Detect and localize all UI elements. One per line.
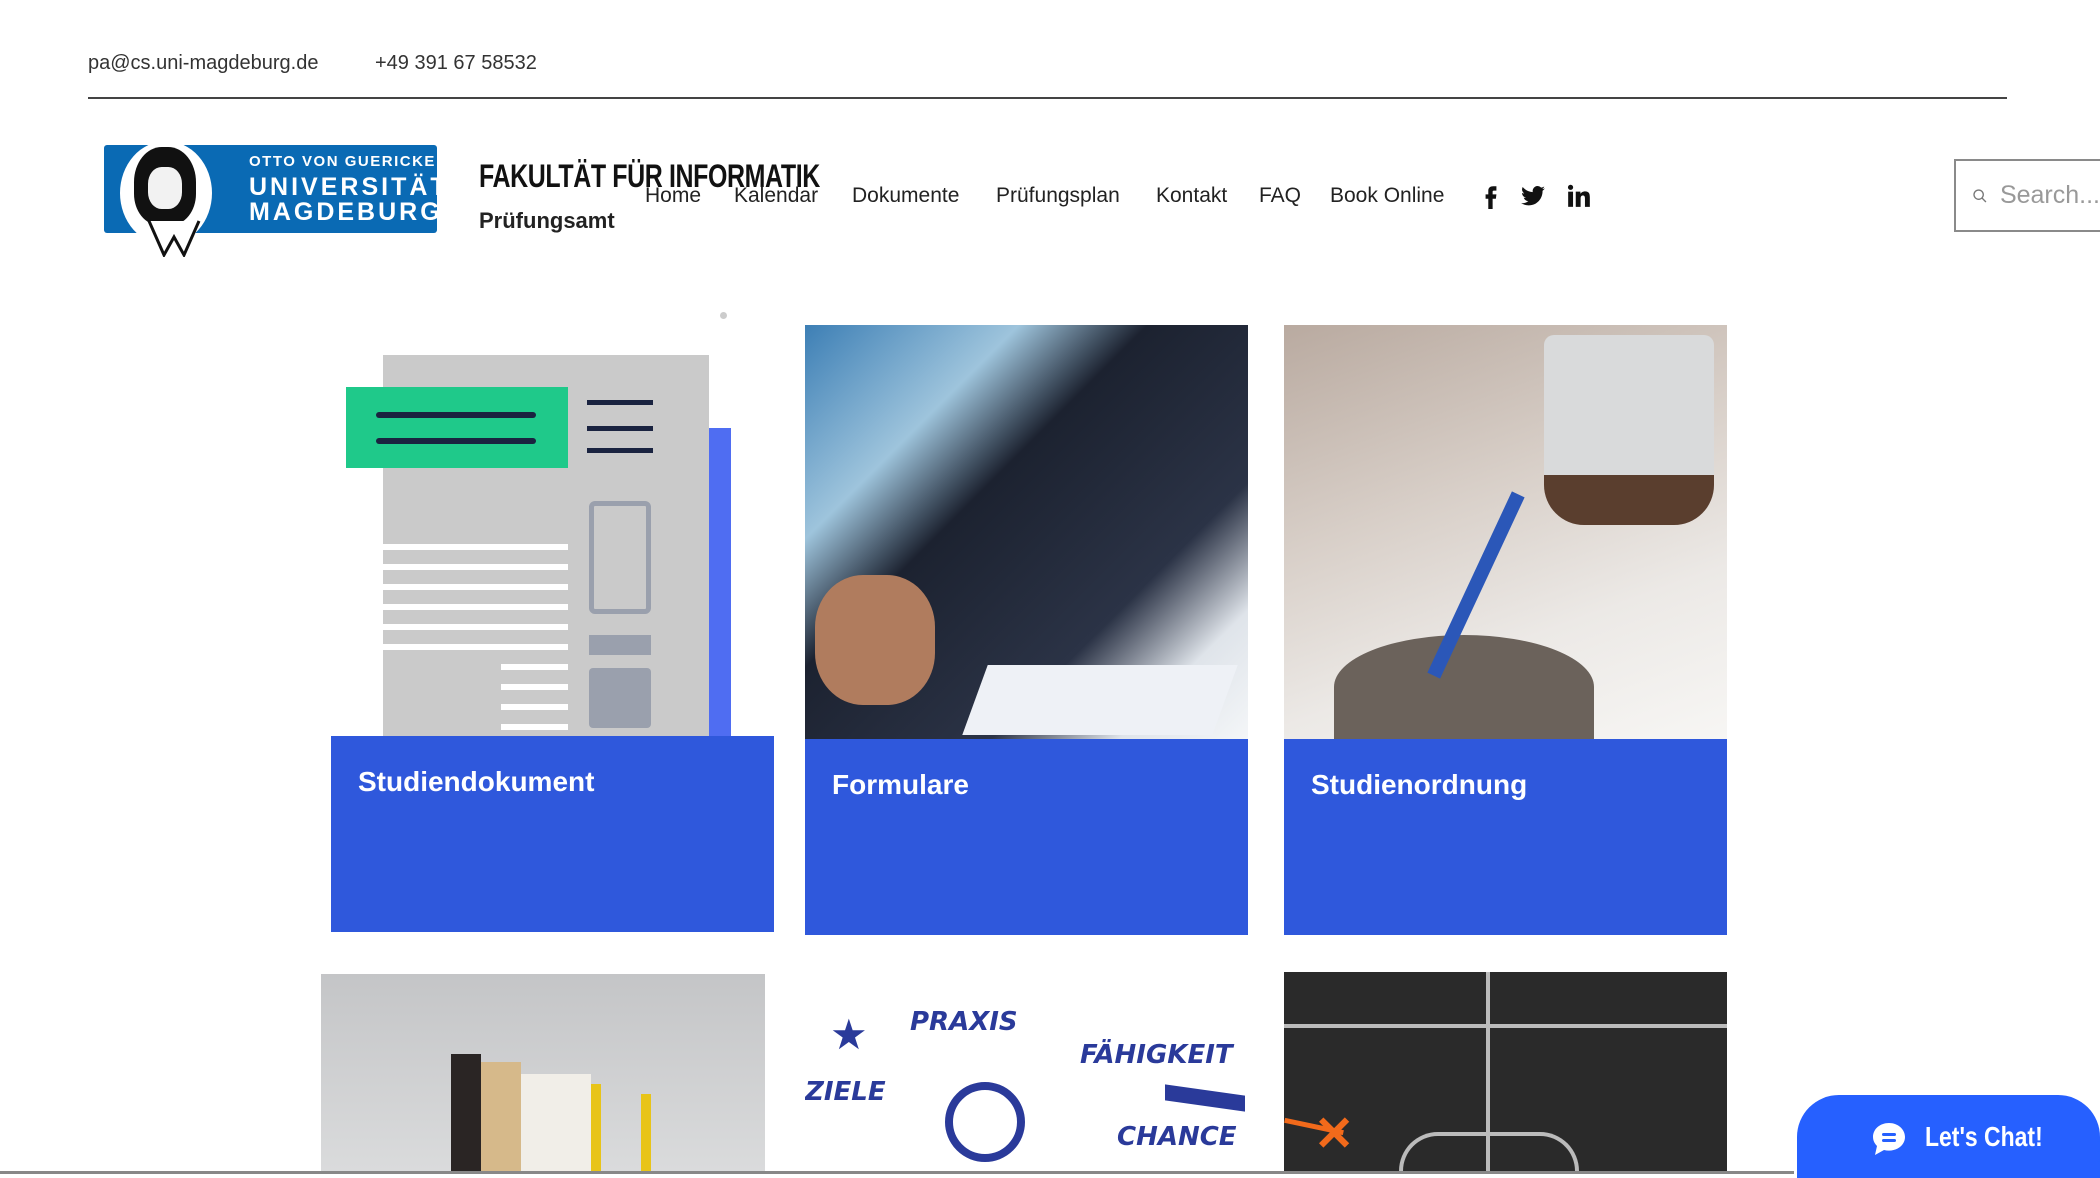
logo-text: UNIVERSITÄT [249,173,449,201]
logo-text: OTTO VON GUERICKE [249,153,436,170]
card-image-books[interactable] [321,974,765,1171]
twitter-icon[interactable] [1520,183,1546,209]
nav-book-online[interactable]: Book Online [1330,184,1444,208]
site-subtitle: Prüfungsamt [479,208,615,233]
slider-dot [720,312,727,319]
university-logo[interactable]: OTTO VON GUERICKE UNIVERSITÄT MAGDEBURG [104,141,446,257]
card-image-chalkboard[interactable]: ✕ [1284,972,1727,1171]
image-text: PRAXIS [910,1007,1018,1037]
chat-button[interactable]: Let's Chat! [1797,1095,2100,1178]
nav-pruefungsplan[interactable]: Prüfungsplan [996,184,1120,208]
image-text: CHANCE [1117,1122,1237,1152]
card-title: Formulare [832,769,969,800]
image-text: ZIELE [805,1077,886,1107]
nav-home[interactable]: Home [645,184,701,208]
card-image-formulare[interactable] [805,325,1248,739]
horizontal-scrollbar[interactable] [0,1171,1794,1174]
nav-kalendar[interactable]: Kalendar [734,184,818,208]
chat-label: Let's Chat! [1925,1121,2043,1152]
divider [88,97,2007,99]
card-image-studienordnung[interactable] [1284,325,1727,739]
chat-bubble-icon [1873,1123,1905,1155]
nav-kontakt[interactable]: Kontakt [1156,184,1227,208]
search-placeholder: Search... [1999,181,2100,209]
email-link[interactable]: pa@cs.uni-magdeburg.de [88,52,318,75]
linkedin-icon[interactable] [1566,183,1592,209]
card-studiendokument[interactable]: Studiendokument [331,736,774,932]
card-image-studiendokument[interactable] [331,325,774,736]
nav-dokumente[interactable]: Dokumente [852,184,959,208]
nav-faq[interactable]: FAQ [1259,184,1301,208]
card-formulare[interactable]: Formulare [805,739,1248,935]
card-title: Studiendokument [358,766,595,797]
card-image-goals[interactable]: ★ PRAXIS ZIELE FÄHIGKEIT CHANCE [805,972,1248,1171]
card-title: Studienordnung [1311,769,1528,800]
phone-number[interactable]: +49 391 67 58532 [375,52,537,75]
facebook-icon[interactable] [1478,183,1504,209]
image-text: FÄHIGKEIT [1080,1040,1233,1070]
logo-text: MAGDEBURG [249,198,443,226]
search-icon [1973,188,1987,202]
card-studienordnung[interactable]: Studienordnung [1284,739,1727,935]
search-input[interactable]: Search... [1954,159,2100,232]
